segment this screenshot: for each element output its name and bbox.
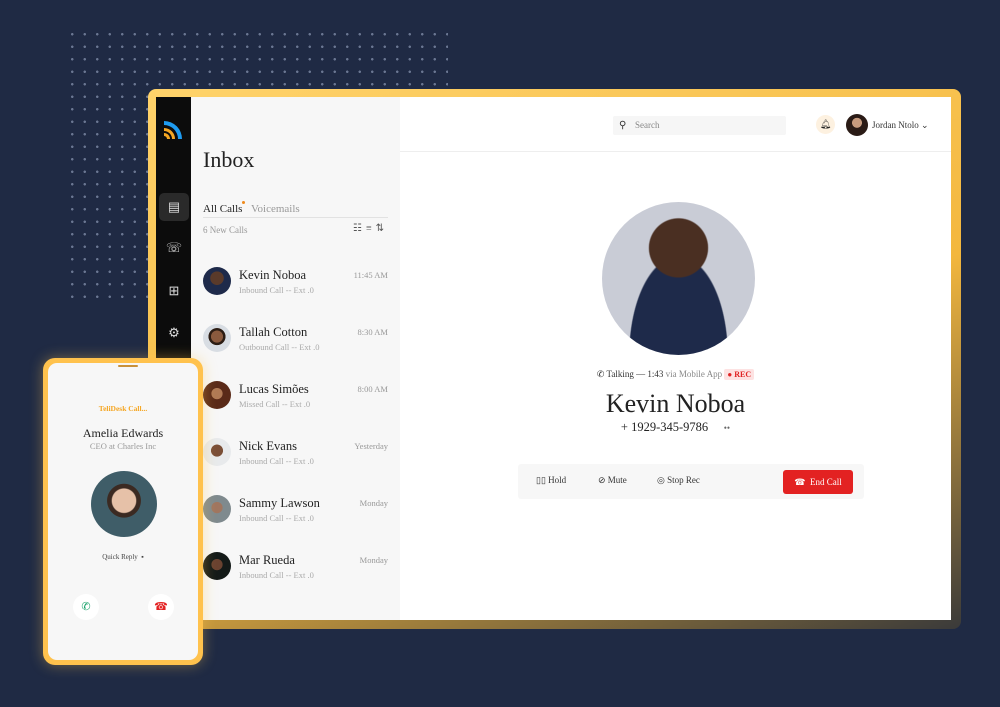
phone-icon: ✆ xyxy=(81,601,91,613)
search-icon: ⚲ xyxy=(619,120,627,131)
avatar xyxy=(203,552,231,580)
avatar xyxy=(203,324,231,352)
phone-call-icon: ✆ xyxy=(596,369,605,379)
call-type: Missed Call -- Ext .0 xyxy=(239,399,311,409)
phone-transfer-icon: ☏ xyxy=(165,240,183,255)
network-icon: ⊞ xyxy=(168,283,180,298)
caller-photo xyxy=(602,202,755,355)
caller-photo xyxy=(91,471,157,537)
contact-name: Lucas Simões xyxy=(239,382,309,396)
mobile-phone: TeliDesk Call... Amelia Edwards CEO at C… xyxy=(43,358,203,665)
sidebar-item-calls[interactable]: ☏ xyxy=(159,234,189,262)
inbox-icon: ▤ xyxy=(167,199,181,214)
call-time: Monday xyxy=(359,555,388,565)
chevron-down-icon: ⌄ xyxy=(918,119,929,130)
sort-icon[interactable]: ⇅ xyxy=(376,223,388,234)
search-input[interactable]: ⚲ Search xyxy=(613,116,786,135)
decline-call-button[interactable]: ☎ xyxy=(148,594,174,620)
stop-rec-label: Stop Rec xyxy=(667,475,700,485)
call-type: Inbound Call -- Ext .0 xyxy=(239,570,314,580)
call-type: Outbound Call -- Ext .0 xyxy=(239,342,320,352)
call-status: ✆ Talking — 1:43 via Mobile App ● REC xyxy=(400,369,951,380)
call-source: via Mobile App xyxy=(665,369,723,379)
tab-all-calls[interactable]: All Calls xyxy=(203,203,242,215)
sidebar-item-settings[interactable]: ⚙ xyxy=(159,319,189,347)
end-call-button[interactable]: ☎ End Call xyxy=(783,470,853,494)
list-tools: ☷≡⇅ xyxy=(353,223,388,234)
rec-badge: ● REC xyxy=(724,369,755,380)
list-item[interactable]: Sammy Lawson Inbound Call -- Ext .0 Monday xyxy=(203,490,388,530)
phone-notch xyxy=(118,365,138,367)
new-calls-count: 6 New Calls xyxy=(203,225,248,235)
list-item[interactable]: Tallah Cotton Outbound Call -- Ext .0 8:30… xyxy=(203,319,388,359)
call-duration: Talking — 1:43 xyxy=(606,369,664,379)
avatar xyxy=(203,438,231,466)
logo-icon xyxy=(164,121,182,139)
contact-name: Sammy Lawson xyxy=(239,496,320,510)
incoming-call-title: TeliDesk Call... xyxy=(98,404,148,413)
mute-label: Mute xyxy=(607,475,627,485)
call-time: Monday xyxy=(359,498,388,508)
user-name: Jordan Ntolo xyxy=(872,120,919,130)
gear-icon: ⚙ xyxy=(168,325,180,340)
caller-phone: + 1929-345-9786 •• xyxy=(400,420,951,435)
avatar xyxy=(203,267,231,295)
incoming-call-screen: TeliDesk Call... Amelia Edwards CEO at C… xyxy=(48,363,198,660)
list-item[interactable]: Mar Rueda Inbound Call -- Ext .0 Monday xyxy=(203,547,388,587)
contact-name: Mar Rueda xyxy=(239,553,295,567)
caller-name: Kevin Noboa xyxy=(605,389,746,418)
call-time: 8:30 AM xyxy=(357,327,388,337)
rec-label: REC xyxy=(734,370,752,379)
filter-icon[interactable]: ≡ xyxy=(366,223,376,234)
inbox-panel: Inbox All Calls Voicemails 6 New Calls ☷… xyxy=(191,97,400,620)
quick-reply-label: Quick Reply xyxy=(102,553,138,561)
list-view-icon[interactable]: ☷ xyxy=(353,223,366,234)
mute-button[interactable]: ⊘ Mute xyxy=(598,475,627,486)
caller-role: CEO at Charles Inc xyxy=(89,441,157,451)
list-item[interactable]: Kevin Noboa Inbound Call -- Ext .0 11:45 A… xyxy=(203,262,388,302)
app-window: ▤ ☏ ⊞ ⚙ Inbox All Calls Voicemails 6 New… xyxy=(156,97,951,620)
avatar xyxy=(203,495,231,523)
bell-icon: 🔔︎ xyxy=(819,119,832,129)
contact-name: Kevin Noboa xyxy=(239,268,306,282)
contact-name: Nick Evans xyxy=(239,439,297,453)
mic-off-icon: ⊘ xyxy=(598,475,606,485)
tab-voicemails[interactable]: Voicemails xyxy=(251,203,300,215)
record-icon: ◎ xyxy=(657,475,665,485)
list-item[interactable]: Nick Evans Inbound Call -- Ext .0 Yesterda… xyxy=(203,433,388,473)
hang-up-icon: ☎ xyxy=(154,601,168,613)
end-call-label: End Call xyxy=(809,477,842,487)
contact-name: Tallah Cotton xyxy=(239,325,308,339)
caller-name: Amelia Edwards xyxy=(82,426,164,440)
search-placeholder: Search xyxy=(635,120,660,130)
hang-up-icon: ☎ xyxy=(794,477,806,487)
accept-call-button[interactable]: ✆ xyxy=(73,594,99,620)
call-time: Yesterday xyxy=(354,441,388,451)
stop-rec-button[interactable]: ◎ Stop Rec xyxy=(657,475,700,486)
message-icon: ▪ xyxy=(141,553,144,561)
avatar xyxy=(203,381,231,409)
hold-label: Hold xyxy=(548,475,567,485)
sidebar-item-inbox[interactable]: ▤ xyxy=(159,193,189,221)
avatar xyxy=(846,114,868,136)
notifications-button[interactable]: 🔔︎ xyxy=(816,115,835,134)
call-time: 11:45 AM xyxy=(353,270,388,280)
inbox-tabs: All Calls Voicemails xyxy=(203,203,388,218)
call-type: Inbound Call -- Ext .0 xyxy=(239,513,314,523)
phone-number: + 1929-345-9786 xyxy=(620,420,709,434)
call-controls: ▯▯ Hold ⊘ Mute ◎ Stop Rec ☎ End Call xyxy=(518,464,864,499)
hold-button[interactable]: ▯▯ Hold xyxy=(536,475,566,486)
call-panel: ⚲ Search 🔔︎ Jordan Ntolo ⌄ ✆ Talking — 1:… xyxy=(400,97,951,620)
call-type: Inbound Call -- Ext .0 xyxy=(239,285,314,295)
top-bar: ⚲ Search 🔔︎ Jordan Ntolo ⌄ xyxy=(400,97,951,152)
quick-reply-button[interactable]: Quick Reply ▪ xyxy=(48,553,198,561)
pause-icon: ▯▯ xyxy=(536,475,546,485)
more-icon[interactable]: •• xyxy=(724,423,730,433)
call-time: 8:00 AM xyxy=(357,384,388,394)
page-title: Inbox xyxy=(203,147,255,172)
list-item[interactable]: Lucas Simões Missed Call -- Ext .0 8:00 AM xyxy=(203,376,388,416)
sidebar-item-network[interactable]: ⊞ xyxy=(159,277,189,305)
call-type: Inbound Call -- Ext .0 xyxy=(239,456,314,466)
user-menu[interactable]: Jordan Ntolo ⌄ xyxy=(846,114,929,136)
